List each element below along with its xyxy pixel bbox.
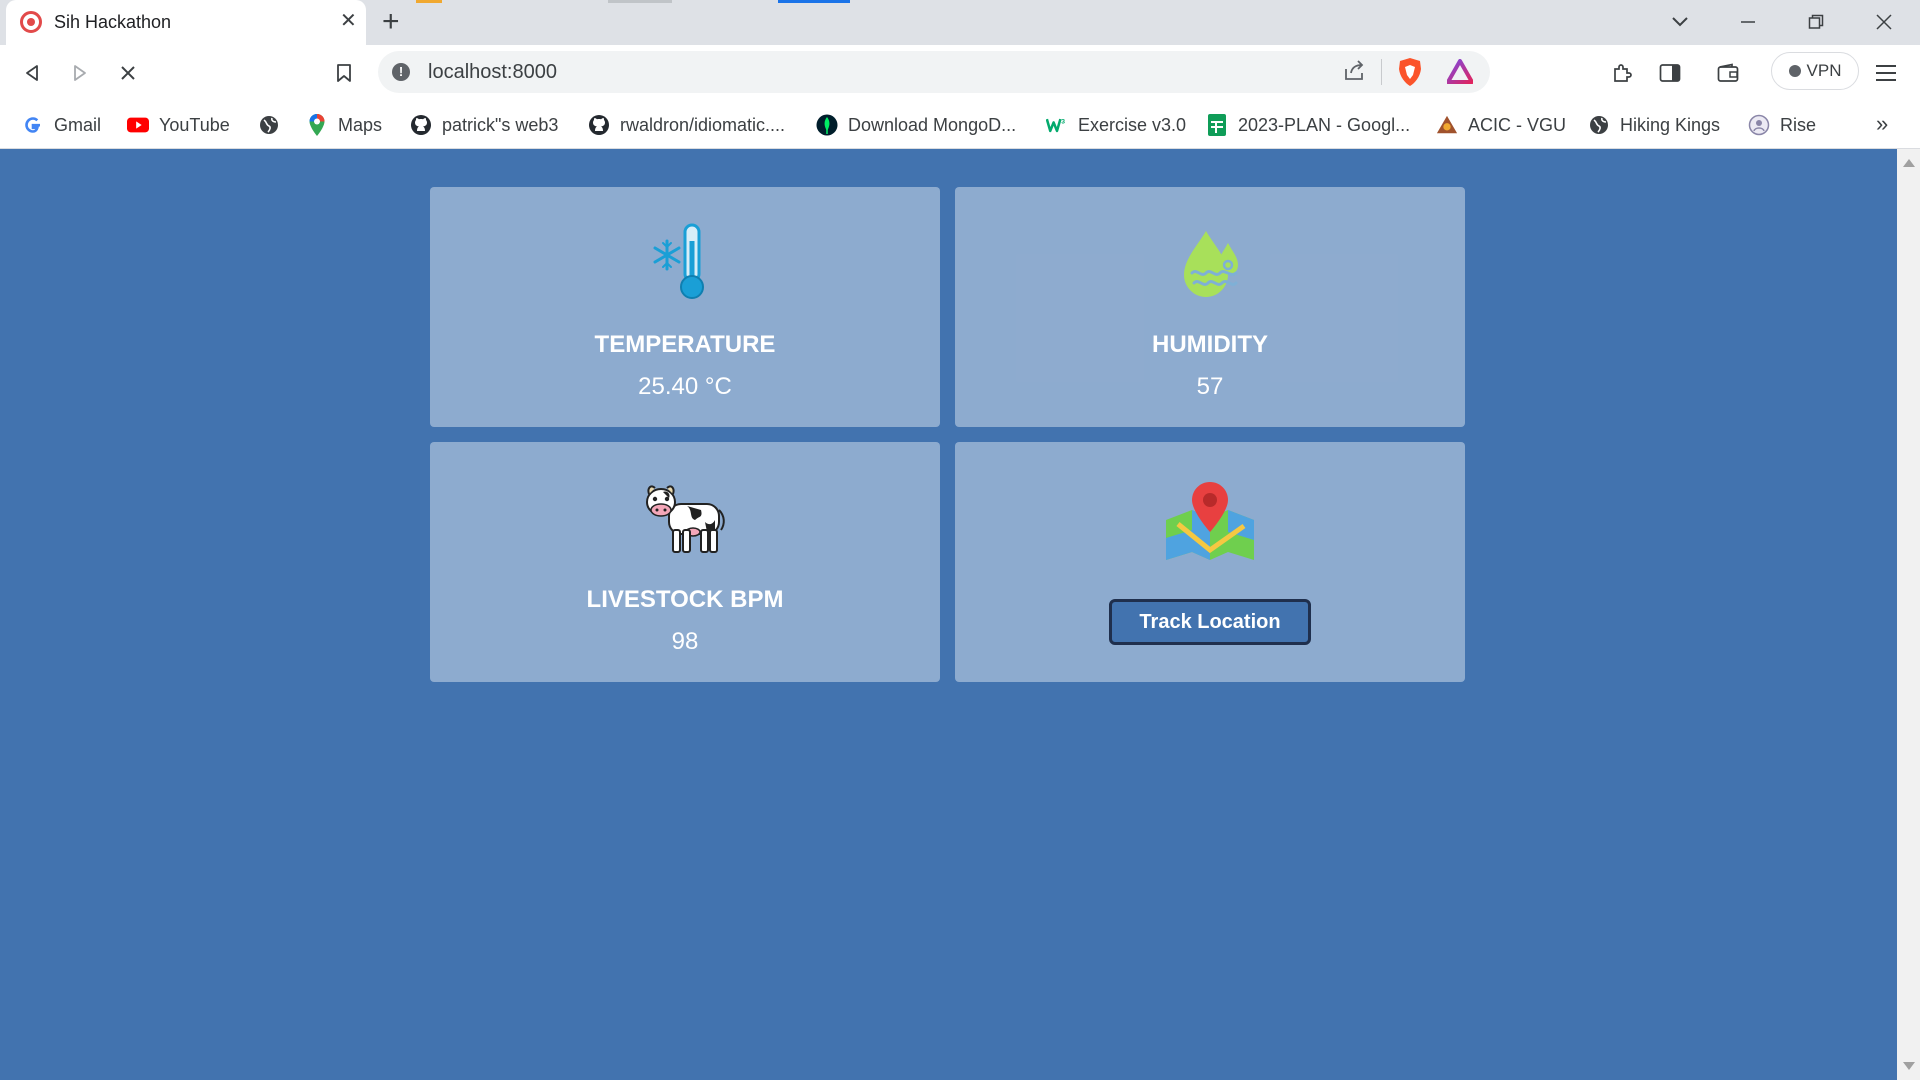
bookmarks-bar: Gmail YouTube Maps patrick"s web3 rwaldr… (0, 101, 1920, 149)
humidity-value: 57 (1196, 373, 1224, 400)
address-bar[interactable]: ! localhost:8000 (378, 51, 1490, 93)
extensions-icon[interactable] (1606, 57, 1638, 89)
bookmark-label: patrick"s web3 (442, 114, 559, 135)
site-favicon-icon (20, 11, 42, 33)
bookmark-gmail[interactable]: Gmail (22, 111, 101, 139)
tab-close-icon[interactable]: ✕ (340, 10, 357, 32)
temperature-label: TEMPERATURE (594, 331, 776, 358)
bookmark-label: ACIC - VGU (1468, 114, 1567, 135)
youtube-icon (127, 114, 149, 136)
track-location-button[interactable]: Track Location (1109, 599, 1311, 645)
url-text[interactable]: localhost:8000 (428, 61, 557, 84)
site-info-icon[interactable]: ! (392, 63, 410, 81)
more-bookmarks-icon[interactable]: » (1876, 111, 1888, 137)
tab-strip: Sih Hackathon ✕ + (0, 0, 1920, 45)
menu-icon[interactable] (1870, 57, 1902, 89)
bookmark-rise[interactable]: Rise (1748, 111, 1816, 139)
maps-icon (306, 114, 328, 136)
tab-loading-accent (416, 0, 442, 3)
acic-icon (1436, 114, 1458, 136)
scroll-up-arrow-icon[interactable] (1903, 159, 1915, 167)
tab-search-chevron-icon[interactable] (1660, 6, 1700, 38)
vpn-status-icon (1788, 65, 1801, 77)
livestock-value: 98 (671, 628, 699, 655)
divider (1381, 59, 1382, 85)
bookmark-label: Hiking Kings (1620, 114, 1721, 135)
humidity-card: HUMIDITY 57 (955, 187, 1465, 427)
scroll-down-arrow-icon[interactable] (1903, 1062, 1915, 1070)
page-viewport: TEMPERATURE 25.40 °C HUMIDITY 57 LIVESTO… (0, 149, 1897, 1080)
wallet-icon[interactable] (1712, 57, 1744, 89)
close-window-icon[interactable] (1864, 6, 1904, 38)
location-card: Track Location (955, 442, 1465, 682)
bookmark-label: Maps (338, 114, 383, 135)
bookmark-youtube[interactable]: YouTube (127, 111, 230, 139)
bookmark-icon[interactable] (328, 57, 360, 89)
bookmark-patrick-web3[interactable]: patrick"s web3 (410, 111, 558, 139)
back-icon[interactable] (16, 57, 48, 89)
vpn-label: VPN (1806, 61, 1842, 80)
browser-tab[interactable]: Sih Hackathon ✕ (6, 0, 366, 45)
github-icon (588, 114, 610, 136)
globe-icon (258, 114, 280, 136)
bookmark-exercise[interactable]: 3 Exercise v3.0 (1046, 111, 1186, 139)
bookmark-label: Download MongoD... (848, 114, 1017, 135)
vpn-button[interactable]: VPN (1771, 52, 1859, 90)
bookmark-2023-plan[interactable]: 2023-PLAN - Googl... (1206, 111, 1410, 139)
share-icon[interactable] (1342, 59, 1366, 88)
bookmark-rwaldron[interactable]: rwaldron/idiomatic.... (588, 111, 785, 139)
sidebar-icon[interactable] (1654, 57, 1686, 89)
temperature-card: TEMPERATURE 25.40 °C (430, 187, 940, 427)
bookmark-label: Gmail (54, 114, 102, 135)
vertical-scrollbar[interactable] (1897, 149, 1920, 1080)
humidity-drop-icon (955, 223, 1465, 303)
globe-icon (1588, 114, 1610, 136)
tab-loading-accent (778, 0, 850, 3)
bookmark-acic-vgu[interactable]: ACIC - VGU (1436, 111, 1566, 139)
svg-text:3: 3 (1061, 118, 1065, 125)
bookmark-mongodb[interactable]: Download MongoD... (816, 111, 1016, 139)
mongodb-leaf-icon (816, 114, 838, 136)
cow-icon (430, 480, 940, 560)
brave-rewards-icon[interactable] (1446, 59, 1474, 90)
bookmark-hiking-kings[interactable]: Hiking Kings (1588, 111, 1720, 139)
thermometer-icon (430, 223, 940, 303)
github-icon (410, 114, 432, 136)
sheets-icon (1206, 114, 1228, 136)
bookmark-label: rwaldron/idiomatic.... (620, 114, 786, 135)
bookmark-label: Rise (1780, 114, 1817, 135)
browser-toolbar: ! localhost:8000 VPN (0, 45, 1920, 101)
bookmark-label: Exercise v3.0 (1078, 114, 1187, 135)
minimize-icon[interactable] (1728, 6, 1768, 38)
bookmark-globe[interactable] (258, 111, 280, 139)
humidity-label: HUMIDITY (1152, 331, 1268, 358)
temperature-value: 25.40 °C (638, 373, 732, 400)
bookmark-label: YouTube (159, 114, 230, 135)
tab-loading-accent (608, 0, 672, 3)
map-pin-icon (955, 480, 1465, 560)
new-tab-icon[interactable]: + (382, 6, 400, 38)
brave-shields-icon[interactable] (1397, 57, 1423, 92)
livestock-card: LIVESTOCK BPM 98 (430, 442, 940, 682)
rise-icon (1748, 114, 1770, 136)
bookmark-maps[interactable]: Maps (306, 111, 382, 139)
forward-icon[interactable] (64, 57, 96, 89)
stop-loading-icon[interactable] (112, 57, 144, 89)
w3schools-icon: 3 (1046, 114, 1068, 136)
tab-title: Sih Hackathon (54, 12, 172, 32)
restore-icon[interactable] (1796, 6, 1836, 38)
google-icon (22, 114, 44, 136)
livestock-label: LIVESTOCK BPM (586, 586, 784, 613)
bookmark-label: 2023-PLAN - Googl... (1238, 114, 1411, 135)
